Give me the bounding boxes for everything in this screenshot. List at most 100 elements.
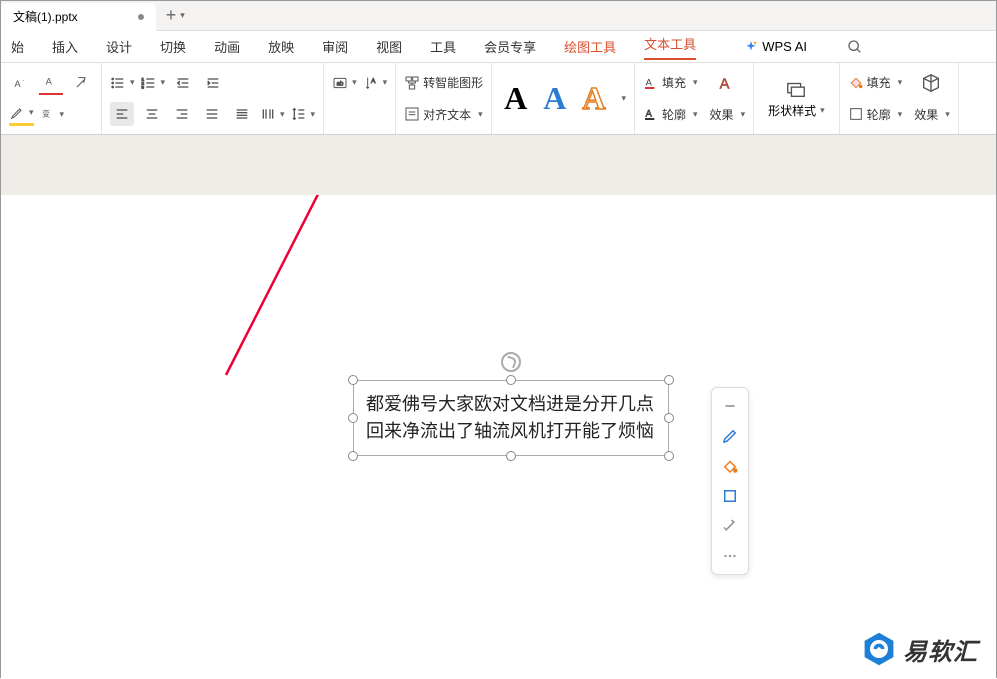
resize-handle-br[interactable] bbox=[664, 451, 674, 461]
resize-handle-tr[interactable] bbox=[664, 375, 674, 385]
align-center-icon[interactable] bbox=[140, 102, 164, 126]
bullet-list-icon[interactable]: ▾ bbox=[110, 71, 135, 95]
float-edit-button[interactable] bbox=[716, 422, 744, 450]
character-style-icon[interactable]: 变▾ bbox=[40, 102, 65, 126]
slide-canvas[interactable]: 都爱佛号大家欧对文档进是分开几点回来净流出了轴流风机打开能了烦恼 易软汇 bbox=[1, 195, 996, 679]
rotate-handle[interactable] bbox=[501, 352, 521, 372]
align-text-label: 对齐文本 bbox=[423, 106, 471, 123]
shape-outline-icon bbox=[848, 106, 864, 122]
menu-transition[interactable]: 切换 bbox=[160, 37, 186, 56]
ribbon: A- A ▾ 变▾ ▾ 123▾ ▾ ▾ ab▾ A▾ bbox=[1, 63, 996, 135]
menu-text-tools[interactable]: 文本工具 bbox=[644, 34, 696, 60]
watermark-text: 易软汇 bbox=[903, 632, 978, 667]
wordart-more-icon[interactable]: ▾ bbox=[621, 93, 626, 104]
resize-handle-tl[interactable] bbox=[348, 375, 358, 385]
shape-3d-button[interactable] bbox=[914, 70, 948, 96]
wordart-style-2[interactable]: A bbox=[539, 78, 570, 119]
tab-menu-dropdown[interactable]: ▾ bbox=[180, 10, 185, 21]
smartart-icon bbox=[404, 75, 420, 91]
columns-icon[interactable]: ▾ bbox=[260, 102, 285, 126]
menu-slideshow[interactable]: 放映 bbox=[268, 37, 294, 56]
svg-text:A: A bbox=[14, 79, 21, 89]
shape-style-group: 形状样式▾ bbox=[754, 63, 840, 134]
wordart-style-3[interactable]: A bbox=[578, 78, 609, 119]
resize-handle-l[interactable] bbox=[348, 413, 358, 423]
shape-outline-button[interactable]: 轮廓▾ bbox=[848, 106, 903, 123]
document-tab[interactable]: 文稿(1).pptx bbox=[1, 3, 156, 31]
resize-handle-b[interactable] bbox=[506, 451, 516, 461]
textbox-content[interactable]: 都爱佛号大家欧对文档进是分开几点回来净流出了轴流风机打开能了烦恼 bbox=[353, 380, 669, 456]
paint-bucket-icon bbox=[848, 75, 864, 91]
add-tab-button[interactable]: + bbox=[166, 5, 177, 26]
float-fill-button[interactable] bbox=[716, 452, 744, 480]
wps-ai-icon bbox=[744, 40, 758, 54]
shape-fill-button[interactable]: 填充▾ bbox=[848, 74, 903, 91]
align-left-icon[interactable] bbox=[110, 102, 134, 126]
shape-style-button[interactable]: 形状样式▾ bbox=[762, 76, 831, 121]
search-icon[interactable] bbox=[847, 39, 863, 55]
wps-ai-label: WPS AI bbox=[762, 39, 807, 54]
text-effects-label: 效果 bbox=[710, 106, 734, 123]
shape-outline-label: 轮廓 bbox=[867, 106, 891, 123]
align-distribute-icon[interactable] bbox=[230, 102, 254, 126]
shape-effects-button[interactable]: 效果▾ bbox=[914, 106, 950, 123]
resize-handle-bl[interactable] bbox=[348, 451, 358, 461]
text-effects-button[interactable]: A bbox=[710, 70, 744, 96]
watermark-icon bbox=[861, 631, 897, 667]
shape-style-icon bbox=[785, 78, 807, 100]
text-fill-label: 填充 bbox=[662, 74, 686, 91]
tab-bar: 文稿(1).pptx + ▾ bbox=[1, 1, 996, 31]
float-magic-button[interactable] bbox=[716, 512, 744, 540]
clear-format-icon[interactable] bbox=[69, 71, 93, 95]
text-effects-dropdown[interactable]: 效果▾ bbox=[710, 106, 746, 123]
textbox-selection[interactable]: 都爱佛号大家欧对文档进是分开几点回来净流出了轴流风机打开能了烦恼 bbox=[353, 380, 669, 456]
increase-indent-icon[interactable] bbox=[201, 71, 225, 95]
convert-smartart-button[interactable]: 转智能图形 bbox=[404, 74, 483, 91]
align-right-icon[interactable] bbox=[170, 102, 194, 126]
align-text-button[interactable]: 对齐文本 ▾ bbox=[404, 106, 483, 123]
text-outline-button[interactable]: A 轮廓▾ bbox=[643, 106, 698, 123]
close-tab-icon[interactable] bbox=[138, 14, 144, 20]
text-direction-group: ab▾ A▾ bbox=[324, 63, 396, 134]
menu-drawing-tools[interactable]: 绘图工具 bbox=[564, 37, 616, 56]
font-format-group: A- A ▾ 变▾ bbox=[1, 63, 102, 134]
align-justify-icon[interactable] bbox=[200, 102, 224, 126]
shape-style-label: 形状样式 bbox=[768, 102, 816, 119]
wordart-styles-group: A A A ▾ bbox=[492, 63, 635, 134]
wordart-style-1[interactable]: A bbox=[500, 78, 531, 119]
wps-ai-button[interactable]: WPS AI bbox=[744, 39, 807, 54]
svg-text:变: 变 bbox=[42, 109, 50, 119]
text-direction-icon[interactable]: A▾ bbox=[363, 71, 388, 95]
svg-text:A: A bbox=[646, 109, 653, 119]
menu-insert[interactable]: 插入 bbox=[52, 37, 78, 56]
svg-text:A: A bbox=[371, 78, 376, 85]
decrease-indent-icon[interactable] bbox=[171, 71, 195, 95]
text-fill-button[interactable]: A 填充▾ bbox=[643, 74, 698, 91]
align-text-icon bbox=[404, 106, 420, 122]
float-outline-button[interactable] bbox=[716, 482, 744, 510]
menu-review[interactable]: 审阅 bbox=[322, 37, 348, 56]
menu-animation[interactable]: 动画 bbox=[214, 37, 240, 56]
menu-design[interactable]: 设计 bbox=[106, 37, 132, 56]
line-spacing-icon[interactable]: ▾ bbox=[291, 102, 316, 126]
svg-text:A: A bbox=[719, 76, 729, 92]
menu-tools[interactable]: 工具 bbox=[430, 37, 456, 56]
svg-text:A: A bbox=[646, 77, 653, 87]
menu-member[interactable]: 会员专享 bbox=[484, 37, 536, 56]
decrease-font-icon[interactable]: A- bbox=[9, 71, 33, 95]
text-fill-group: A 填充▾ A A 轮廓▾ 效果▾ bbox=[635, 63, 754, 134]
font-case-icon[interactable]: A bbox=[39, 71, 63, 95]
resize-handle-t[interactable] bbox=[506, 375, 516, 385]
tab-title: 文稿(1).pptx bbox=[13, 8, 78, 25]
menu-view[interactable]: 视图 bbox=[376, 37, 402, 56]
menu-start[interactable]: 始 bbox=[11, 37, 24, 56]
highlight-icon[interactable]: ▾ bbox=[9, 102, 34, 126]
resize-handle-r[interactable] bbox=[664, 413, 674, 423]
number-list-icon[interactable]: 123▾ bbox=[141, 71, 166, 95]
paragraph-group: ▾ 123▾ ▾ ▾ bbox=[102, 63, 324, 134]
text-wrap-icon[interactable]: ab▾ bbox=[332, 71, 357, 95]
float-more-button[interactable] bbox=[716, 542, 744, 570]
text-effects-icon: A bbox=[716, 72, 738, 94]
smartart-group: 转智能图形 对齐文本 ▾ bbox=[396, 63, 492, 134]
float-collapse-button[interactable] bbox=[716, 392, 744, 420]
